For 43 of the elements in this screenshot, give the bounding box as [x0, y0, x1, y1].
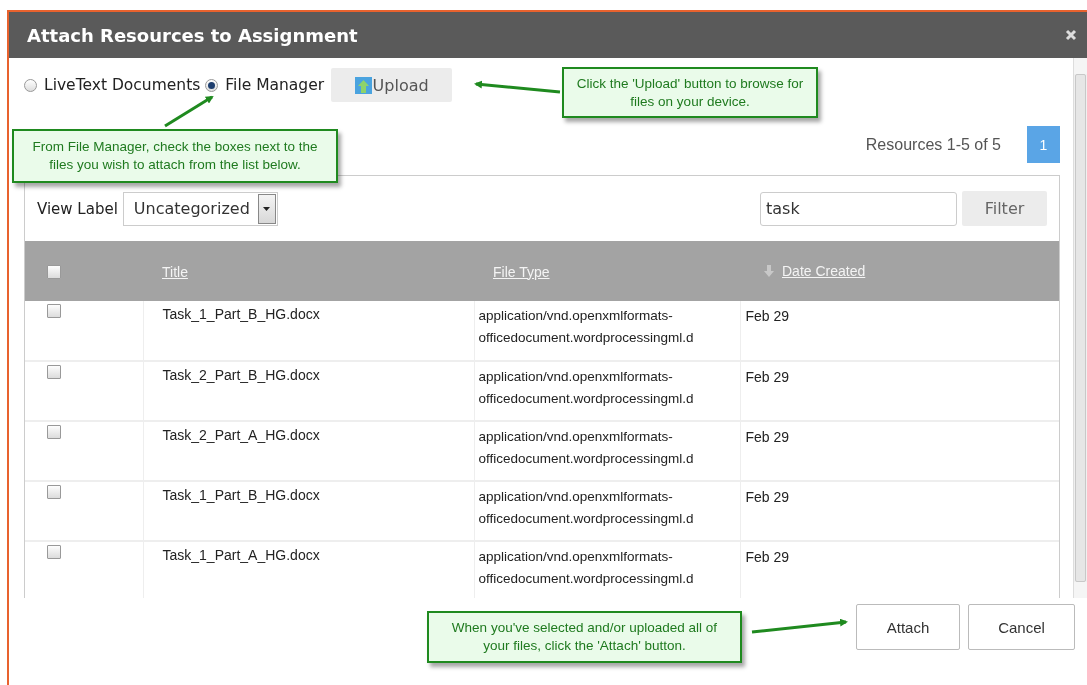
date-created: Feb 29	[744, 368, 790, 387]
file-type: application/vnd.openxmlformats-officedocument.wordprocessingml.d	[477, 368, 695, 408]
close-icon[interactable]	[1065, 29, 1077, 41]
file-title: Task_2_Part_B_HG.docx	[161, 366, 320, 385]
cancel-button[interactable]: Cancel	[968, 604, 1075, 650]
radio-button[interactable]	[205, 78, 219, 92]
date-created: Feb 29	[744, 548, 790, 567]
checkbox[interactable]	[47, 545, 61, 559]
date-created: Feb 29	[744, 428, 790, 447]
search-field[interactable]: task	[760, 191, 957, 226]
view-label: View Label	[37, 199, 118, 218]
checkbox[interactable]	[47, 304, 61, 318]
checkbox[interactable]	[47, 485, 61, 499]
callout-note: When you've selected and/or uploaded all of your files, click the 'Attach' button.	[427, 611, 742, 663]
callout-note: Click the 'Upload' button to browse for files on your device.	[562, 67, 818, 118]
file-title: Task_2_Part_A_HG.docx	[161, 426, 320, 445]
results-count: Resources 1-5 of 5	[865, 135, 1001, 154]
scrollbar[interactable]	[1073, 58, 1087, 598]
date-created: Feb 29	[744, 488, 790, 507]
upload-icon	[354, 76, 372, 94]
file-type: application/vnd.openxmlformats-officedocument.wordprocessingml.d	[477, 307, 695, 347]
category-dropdown[interactable]: Uncategorized	[122, 191, 278, 226]
file-title: Task_1_Part_A_HG.docx	[161, 546, 320, 565]
dropdown-button[interactable]	[257, 193, 276, 224]
radio-button[interactable]	[24, 78, 37, 92]
attach-button[interactable]: Attach	[856, 604, 960, 650]
arrow	[164, 95, 214, 128]
file-title: Task_1_Part_B_HG.docx	[161, 305, 320, 324]
file-title: Task_1_Part_B_HG.docx	[161, 486, 320, 505]
filter-button[interactable]: Filter	[962, 191, 1047, 226]
file-type: application/vnd.openxmlformats-officedocument.wordprocessingml.d	[477, 488, 695, 528]
radio-label[interactable]: File Manager	[225, 76, 325, 94]
caret-icon	[263, 206, 271, 211]
checkbox[interactable]	[47, 265, 61, 279]
callout-note: From File Manager, check the boxes next to the files you wish to attach from the list below.	[12, 129, 338, 183]
checkbox[interactable]	[47, 365, 61, 379]
file-type: application/vnd.openxmlformats-officedocument.wordprocessingml.d	[477, 548, 695, 588]
upload-button[interactable]: Upload	[331, 68, 453, 102]
date-created: Feb 29	[744, 307, 790, 326]
radio-label[interactable]: LiveText Documents	[44, 76, 201, 94]
window-title: Attach Resources to Assignment	[27, 24, 359, 46]
file-type: application/vnd.openxmlformats-officedocument.wordprocessingml.d	[477, 428, 695, 468]
checkbox[interactable]	[47, 425, 61, 439]
